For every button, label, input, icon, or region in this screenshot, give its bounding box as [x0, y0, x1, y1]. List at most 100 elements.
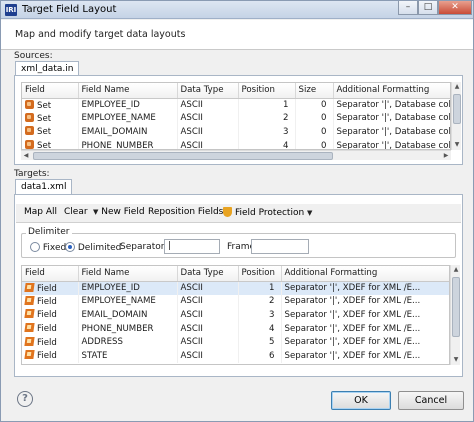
field-type: Set — [37, 127, 52, 138]
sources-vertical-scrollbar[interactable]: ▲ ▼ — [451, 82, 461, 150]
targets-table-container: Field Field Name Data Type Position Addi… — [21, 265, 450, 365]
data-type: ASCII — [177, 138, 239, 149]
field-type: Field — [37, 283, 57, 294]
position: 1 — [238, 98, 296, 112]
clear-button[interactable]: Clear — [64, 207, 88, 217]
column-header[interactable]: Additional Formatting — [333, 83, 450, 99]
additional-formatting: Separator '|', Database colum... — [333, 138, 450, 149]
additional-formatting: Separator '|', Database colum... — [333, 111, 450, 126]
field-name: EMPLOYEE_ID — [78, 98, 178, 112]
table-row[interactable]: Field STATE ASCII 6 Separator '|', XDEF … — [22, 348, 449, 363]
data-type: ASCII — [177, 308, 239, 322]
additional-formatting: Separator '|', XDEF for XML /E... — [281, 348, 449, 363]
field-type: Field — [37, 310, 57, 321]
new-field-label: New Field — [101, 207, 145, 217]
column-header[interactable]: Field — [22, 83, 79, 99]
table-row[interactable]: Set EMAIL_DOMAIN ASCII 3 0 Separator '|'… — [22, 125, 450, 139]
column-header[interactable]: Position — [238, 266, 282, 282]
table-row[interactable]: Field PHONE_NUMBER ASCII 4 Separator '|'… — [22, 321, 449, 336]
scroll-up-icon[interactable]: ▲ — [452, 82, 462, 92]
data-type: ASCII — [177, 281, 239, 295]
scroll-right-icon[interactable]: ▶ — [441, 151, 451, 161]
dialog-header: Map and modify target data layouts — [1, 20, 473, 50]
table-row-selected[interactable]: Field EMPLOYEE_ID ASCII 1 Separator '|',… — [22, 281, 449, 295]
column-header[interactable]: Data Type — [177, 83, 239, 99]
targets-vertical-scrollbar[interactable]: ▲ ▼ — [450, 265, 460, 365]
field-icon — [24, 323, 35, 333]
scroll-up-icon[interactable]: ▲ — [451, 265, 461, 275]
targets-label: Targets: — [14, 169, 50, 179]
column-header[interactable]: Data Type — [177, 266, 239, 282]
ok-button[interactable]: OK — [331, 391, 391, 410]
sources-horizontal-scrollbar[interactable]: ◀ ▶ — [21, 150, 451, 160]
sources-header-row: Field Field Name Data Type Position Size… — [22, 83, 450, 99]
table-row[interactable]: Set EMPLOYEE_NAME ASCII 2 0 Separator '|… — [22, 111, 450, 126]
column-header[interactable]: Size — [295, 83, 334, 99]
field-name: PHONE_NUMBER — [78, 321, 178, 336]
column-header[interactable]: Field Name — [78, 83, 178, 99]
sources-label: Sources: — [14, 51, 53, 61]
minimize-button[interactable]: – — [398, 1, 418, 15]
field-type: Field — [37, 296, 57, 307]
column-header[interactable]: Field Name — [78, 266, 178, 282]
table-row[interactable]: Field ADDRESS ASCII 5 Separator '|', XDE… — [22, 335, 449, 349]
fixed-label: Fixed — [42, 243, 67, 253]
field-type: Set — [37, 113, 52, 124]
additional-formatting: Separator '|', XDEF for XML /E... — [281, 335, 449, 349]
field-icon — [24, 295, 35, 305]
size: 0 — [295, 125, 334, 139]
fixed-radio[interactable]: Fixed — [30, 242, 66, 253]
scroll-thumb[interactable] — [452, 277, 460, 337]
scroll-left-icon[interactable]: ◀ — [21, 151, 31, 161]
table-row[interactable]: Set EMPLOYEE_ID ASCII 1 0 Separator '|',… — [22, 98, 450, 112]
frame-input[interactable] — [251, 239, 309, 254]
column-header[interactable]: Additional Formatting — [281, 266, 449, 282]
map-all-button[interactable]: Map All — [24, 207, 57, 217]
new-field-button[interactable]: ▼ New Field — [93, 207, 145, 217]
tab-xml-data-in[interactable]: xml_data.in — [15, 61, 80, 76]
reposition-fields-button[interactable]: Reposition Fields — [148, 207, 223, 217]
table-row[interactable]: Field EMAIL_DOMAIN ASCII 3 Separator '|'… — [22, 308, 449, 322]
set-icon — [25, 140, 34, 149]
scroll-thumb[interactable] — [453, 94, 461, 124]
field-name: EMPLOYEE_NAME — [78, 294, 178, 309]
title-bar[interactable]: IRI Target Field Layout – □ ✕ — [1, 1, 473, 19]
maximize-button[interactable]: □ — [418, 1, 438, 15]
targets-table: Field Field Name Data Type Position Addi… — [22, 266, 449, 363]
cancel-button[interactable]: Cancel — [398, 391, 464, 410]
data-type: ASCII — [177, 294, 239, 309]
header-message: Map and modify target data layouts — [15, 29, 186, 40]
data-type: ASCII — [177, 111, 239, 126]
delimited-radio[interactable]: Delimited — [65, 242, 121, 253]
field-name: STATE — [78, 348, 178, 363]
sources-table: Field Field Name Data Type Position Size… — [22, 83, 450, 149]
additional-formatting: Separator '|', XDEF for XML /E... — [281, 294, 449, 309]
field-protection-label: Field Protection — [235, 208, 305, 218]
field-name: ADDRESS — [78, 335, 178, 349]
dropdown-arrow-icon: ▼ — [307, 209, 313, 217]
delimiter-group: Delimiter Fixed Delimited Separator | Fr… — [21, 227, 456, 258]
radio-button[interactable] — [30, 242, 40, 252]
field-protection-button[interactable]: Field Protection ▼ — [223, 207, 312, 218]
scroll-down-icon[interactable]: ▼ — [451, 355, 461, 365]
field-name: EMAIL_DOMAIN — [78, 125, 178, 139]
sources-table-container: Field Field Name Data Type Position Size… — [21, 82, 451, 150]
close-button[interactable]: ✕ — [438, 1, 472, 15]
column-header[interactable]: Position — [238, 83, 296, 99]
data-type: ASCII — [177, 321, 239, 336]
help-icon[interactable]: ? — [17, 391, 33, 407]
scroll-down-icon[interactable]: ▼ — [452, 140, 462, 150]
field-icon — [24, 336, 35, 346]
table-row[interactable]: Field EMPLOYEE_NAME ASCII 2 Separator '|… — [22, 294, 449, 309]
column-header[interactable]: Field — [22, 266, 79, 282]
field-name: EMAIL_DOMAIN — [78, 308, 178, 322]
radio-button-selected[interactable] — [65, 242, 75, 252]
tab-data1-xml[interactable]: data1.xml — [15, 179, 73, 194]
scroll-thumb[interactable] — [33, 152, 333, 160]
separator-input[interactable]: | — [164, 239, 220, 254]
targets-toolbar: Map All Clear ▼ New Field Reposition Fie… — [16, 204, 461, 223]
size: 0 — [295, 98, 334, 112]
field-icon — [24, 282, 35, 292]
table-row[interactable]: Set PHONE_NUMBER ASCII 4 0 Separator '|'… — [22, 138, 450, 149]
position: 3 — [238, 308, 282, 322]
